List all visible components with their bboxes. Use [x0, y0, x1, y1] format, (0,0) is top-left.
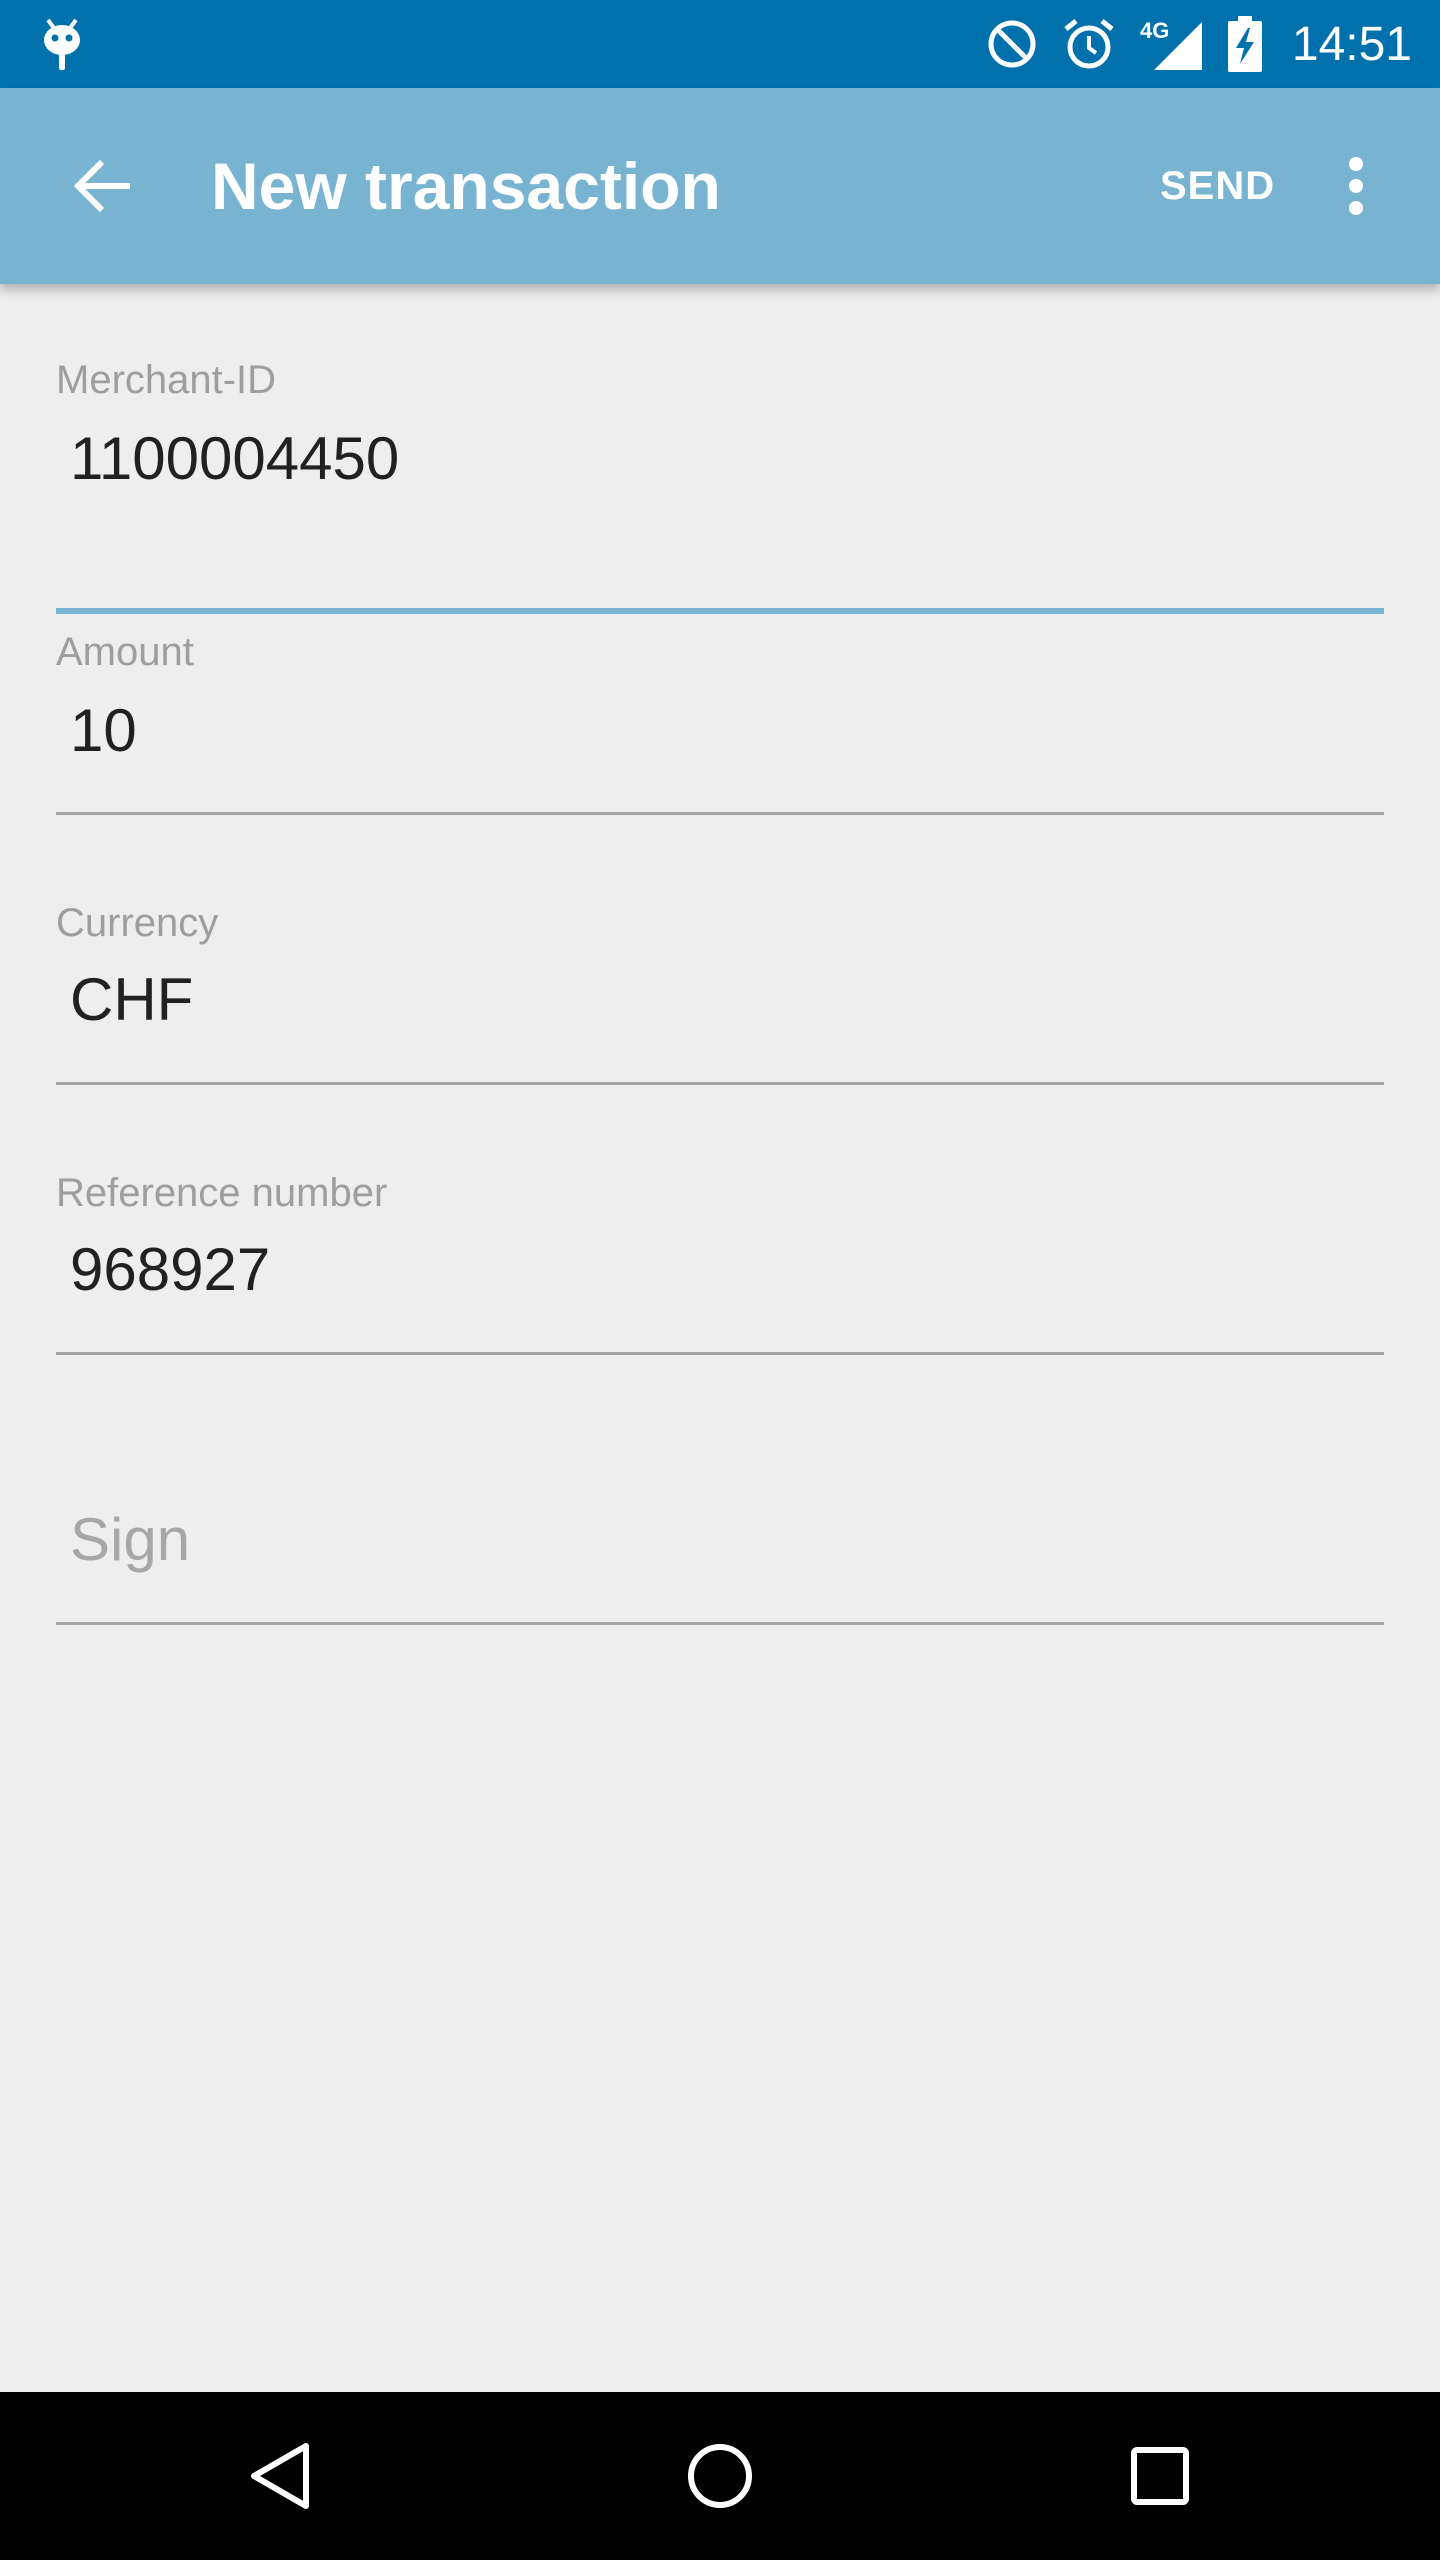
nav-recents-button[interactable]: [1110, 2426, 1210, 2526]
amount-underline: [56, 812, 1384, 815]
merchant-id-input[interactable]: [70, 418, 1370, 498]
navigation-bar: [0, 2392, 1440, 2560]
nav-recents-icon: [1131, 2447, 1189, 2505]
do-not-disturb-icon: [988, 20, 1036, 68]
arrow-back-icon: [73, 159, 130, 213]
more-vert-icon: [1349, 157, 1363, 215]
nav-back-icon: [251, 2443, 309, 2509]
currency-underline: [56, 1082, 1384, 1085]
page-title: New transaction: [211, 149, 721, 223]
merchant-id-label: Merchant-ID: [56, 358, 277, 402]
network-type-label: 4G: [1140, 18, 1169, 43]
reference-number-input[interactable]: [70, 1229, 1370, 1309]
sign-input[interactable]: [70, 1499, 1370, 1579]
android-debug-icon: [44, 18, 80, 70]
reference-number-underline: [56, 1352, 1384, 1355]
amount-input[interactable]: [70, 690, 1370, 770]
overflow-menu-button[interactable]: [1320, 138, 1392, 234]
app-bar: New transaction SEND: [0, 88, 1440, 284]
currency-input[interactable]: [70, 959, 1370, 1039]
nav-home-icon: [688, 2444, 752, 2508]
reference-number-label: Reference number: [56, 1171, 388, 1215]
alarm-icon: [1064, 19, 1114, 69]
signal-4g-icon: 4G: [1140, 18, 1202, 70]
nav-back-button[interactable]: [230, 2426, 330, 2526]
sign-underline: [56, 1622, 1384, 1625]
battery-charging-icon: [1227, 16, 1262, 72]
amount-label: Amount: [56, 630, 194, 674]
status-time: 14:51: [1291, 17, 1412, 71]
status-bar: 4G 14:51: [0, 0, 1440, 88]
send-button[interactable]: SEND: [1160, 154, 1275, 218]
merchant-id-underline: [56, 608, 1384, 614]
back-button[interactable]: [56, 138, 152, 234]
nav-home-button[interactable]: [670, 2426, 770, 2526]
status-icons: 4G 14:51: [986, 0, 1412, 88]
currency-label: Currency: [56, 901, 219, 945]
